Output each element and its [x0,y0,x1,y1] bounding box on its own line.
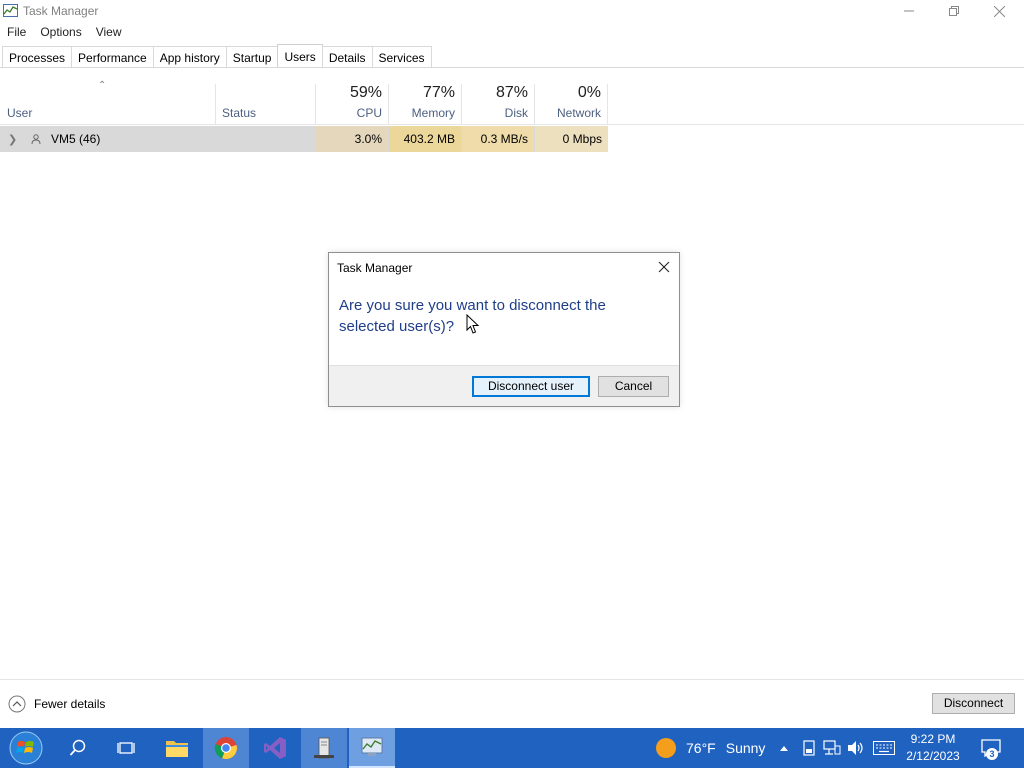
tab-app-history[interactable]: App history [152,46,227,68]
clock-date: 2/12/2023 [906,749,960,763]
tray-volume[interactable] [846,728,866,768]
column-header-cpu[interactable]: 59% CPU [316,78,388,125]
menu-file[interactable]: File [0,22,33,43]
keyboard-icon [873,741,895,755]
dialog-title: Task Manager [337,261,413,275]
chevron-right-icon[interactable]: ❯ [8,133,17,146]
cancel-button[interactable]: Cancel [598,376,669,397]
window-title: Task Manager [23,4,99,18]
taskbar-server-manager[interactable] [301,728,347,768]
column-header-user[interactable]: User [0,78,215,125]
taskbar-chrome[interactable] [203,728,249,768]
chrome-icon [214,737,237,760]
close-window-button[interactable] [976,0,1022,22]
action-center-button[interactable]: 3 [974,728,1008,768]
column-header-status[interactable]: Status [216,78,315,125]
network-total-percent: 0% [577,84,601,101]
restore-icon [949,6,959,16]
column-label-user: User [7,106,33,120]
minimize-button[interactable] [886,0,932,22]
menu-view[interactable]: View [89,22,129,43]
tab-divider [0,67,1024,68]
task-view-icon [117,742,135,754]
network-icon [823,740,841,755]
fewer-details-label: Fewer details [34,697,106,711]
footer-divider [0,679,1024,680]
visual-studio-icon [264,737,286,759]
row-user-name: VM5 (46) [51,132,101,146]
close-icon [993,5,1005,17]
show-hidden-icons-button[interactable] [776,728,792,768]
tab-startup[interactable]: Startup [225,46,279,68]
menu-bar: File Options View [0,22,129,43]
volume-icon [848,741,863,755]
weather-temperature: 76°F [686,740,716,756]
disconnect-user-button[interactable]: Disconnect user [472,376,590,397]
notification-count-badge: 3 [986,748,998,760]
tab-users[interactable]: Users [277,44,323,68]
fewer-details-toggle[interactable]: Fewer details [8,694,105,714]
minimize-icon [904,10,914,12]
tab-details[interactable]: Details [321,46,373,68]
tray-touch-keyboard[interactable] [872,728,896,768]
start-button[interactable] [0,728,52,768]
row-network: 0 Mbps [535,126,608,152]
task-manager-icon [3,4,18,17]
header-divider [0,124,1024,125]
task-manager-icon [361,737,383,756]
dialog-message: Are you sure you want to disconnect the … [339,297,606,335]
folder-icon [166,741,188,757]
taskbar-search[interactable] [56,728,100,768]
taskbar-task-manager[interactable] [349,728,395,768]
task-view-button[interactable] [104,728,148,768]
weather-condition: Sunny [725,740,766,756]
column-label-status: Status [222,106,257,120]
tab-processes[interactable]: Processes [2,46,73,68]
weather-widget[interactable]: 76°F Sunny [656,728,765,768]
dialog-button-bar: Disconnect user Cancel [329,365,679,406]
column-label-network: Network [556,106,601,120]
clock-time: 9:22 PM [910,732,956,746]
column-label-disk: Disk [504,106,528,120]
tab-services[interactable]: Services [371,46,432,68]
disk-total-percent: 87% [495,84,528,101]
search-icon [69,739,86,756]
tray-network[interactable] [822,728,842,768]
taskbar-file-explorer[interactable] [154,728,200,768]
taskbar: 76°F Sunny 9:22 PM 2/12/2023 3 [0,728,1024,768]
column-header-disk[interactable]: 87% Disk [462,78,534,125]
storage-icon [803,740,815,756]
title-bar: Task Manager [0,0,1024,22]
column-label-cpu: CPU [356,106,382,120]
restore-button[interactable] [931,0,977,22]
disconnect-button[interactable]: Disconnect [932,693,1015,714]
close-icon[interactable] [657,260,671,274]
server-manager-icon [314,737,334,759]
taskbar-visual-studio[interactable] [252,728,298,768]
column-header-network[interactable]: 0% Network [535,78,607,125]
menu-options[interactable]: Options [33,22,88,43]
chevron-up-circle-icon [8,695,26,713]
column-header-memory[interactable]: 77% Memory [389,78,461,125]
row-cpu: 3.0% [316,126,388,152]
row-memory: 403.2 MB [389,126,461,152]
column-separator[interactable] [607,84,608,124]
row-disk: 0.3 MB/s [462,126,534,152]
taskbar-clock[interactable]: 9:22 PM 2/12/2023 [898,731,968,765]
tab-performance[interactable]: Performance [71,46,154,68]
memory-total-percent: 77% [422,84,455,101]
table-row[interactable]: ❯ VM5 (46) 3.0% 403.2 MB 0.3 MB/s 0 Mbps [0,126,608,152]
chevron-up-icon [780,746,788,751]
column-label-memory: Memory [411,106,455,120]
tray-storage[interactable] [800,728,818,768]
windows-start-icon [9,731,43,765]
cpu-total-percent: 59% [349,84,382,101]
sun-icon [656,738,676,758]
mouse-cursor-icon [466,314,480,334]
tab-strip: Processes Performance App history Startu… [2,44,432,68]
user-icon [31,134,41,144]
disconnect-confirm-dialog: Task Manager Are you sure you want to di… [328,252,680,407]
